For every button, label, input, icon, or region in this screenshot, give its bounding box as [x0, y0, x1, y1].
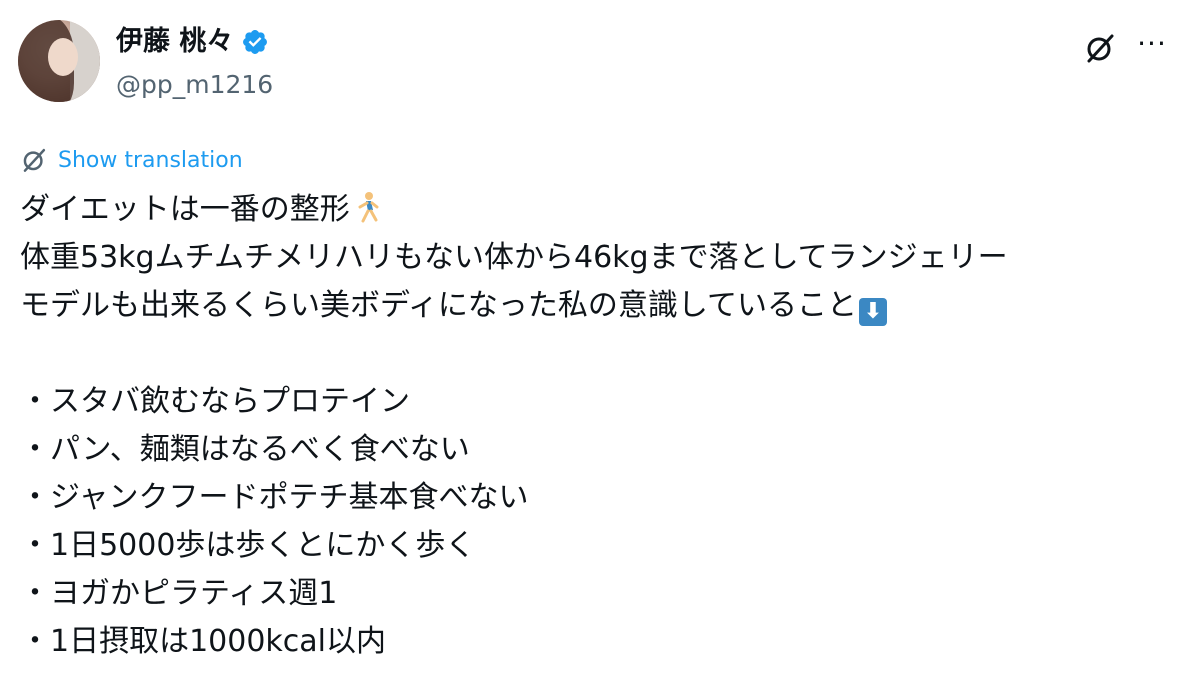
down-arrow-emoji: ⬇ [859, 298, 887, 326]
verified-badge-icon[interactable] [241, 28, 269, 56]
tweet-bullet: ・1日5000歩は歩くとにかく歩く [20, 528, 476, 563]
tweet-bullet: ・ヨガかピラティス週1 [20, 576, 338, 611]
show-translation-link[interactable]: Show translation [20, 145, 243, 175]
tweet-line-text: モデルも出来るくらい美ボディになった私の意識していること [20, 288, 857, 323]
tweet-bullet: ・1日摂取は1000kcal以内 [20, 624, 387, 659]
person-running-emoji [358, 192, 379, 223]
grok-button[interactable] [1080, 30, 1120, 66]
tweet-text: ダイエットは一番の整形 体重53kgムチムチメリハリもない体から46kgまで落と… [20, 186, 1180, 666]
tweet-bullet: ・ジャンクフードポテチ基本食べない [20, 480, 529, 515]
author-handle[interactable]: @pp_m1216 [116, 68, 273, 102]
grok-icon [1087, 34, 1114, 63]
avatar-face [48, 38, 78, 76]
tweet-bullet: ・スタバ飲むならプロテイン [20, 384, 410, 419]
tweet-bullet: ・パン、麺類はなるべく食べない [20, 432, 470, 467]
avatar[interactable] [18, 20, 100, 102]
tweet-line-text: ダイエットは一番の整形 [20, 192, 350, 227]
grok-icon [23, 148, 46, 172]
show-translation-label[interactable]: Show translation [58, 148, 243, 173]
tweet-line: 体重53kgムチムチメリハリもない体から46kgまで落としてランジェリー [20, 240, 1008, 275]
more-options-button[interactable]: ··· [1128, 26, 1176, 62]
tweet-line: ダイエットは一番の整形 [20, 186, 1180, 234]
author-name-text[interactable]: 伊藤 桃々 [116, 24, 233, 60]
tweet-line: モデルも出来るくらい美ボディになった私の意識していること ⬇ [20, 282, 1180, 330]
author-display-name[interactable]: 伊藤 桃々 [116, 24, 269, 60]
